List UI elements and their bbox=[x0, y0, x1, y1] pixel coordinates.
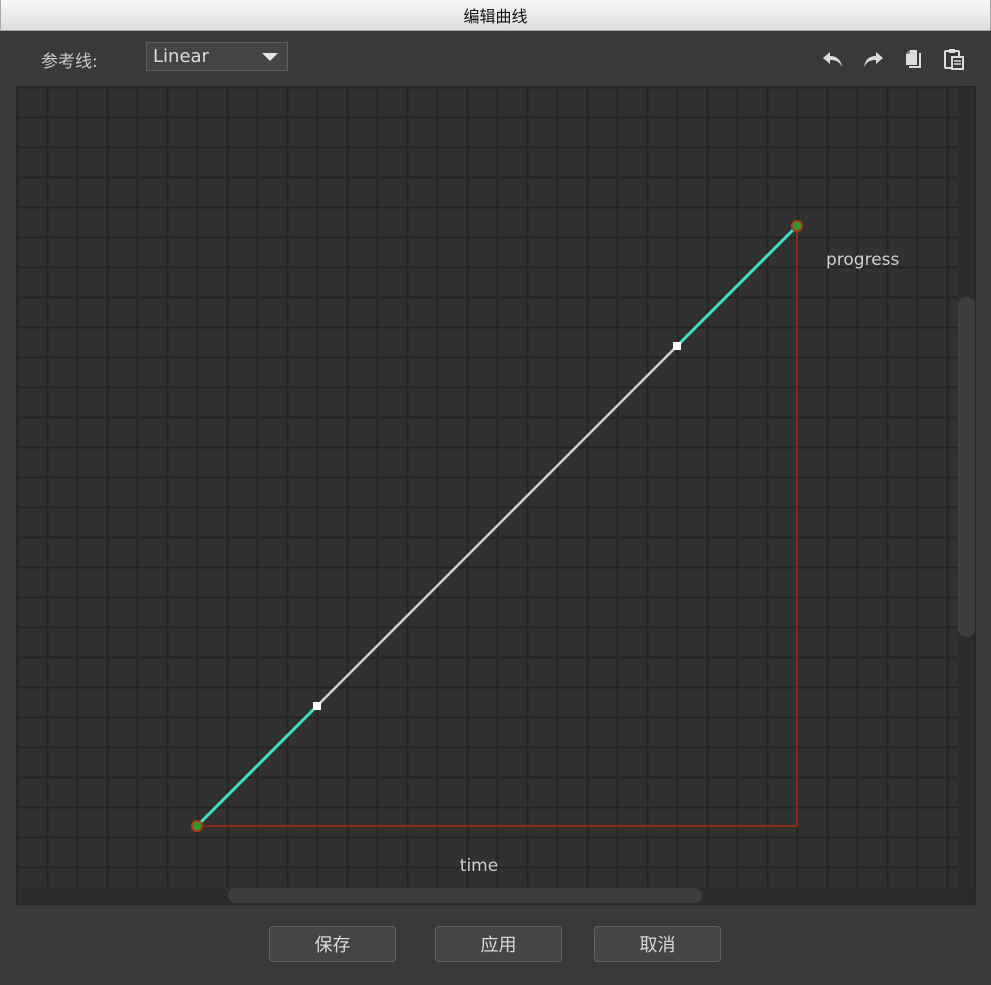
curve-editor[interactable]: time progress bbox=[16, 86, 976, 905]
paste-icon[interactable] bbox=[942, 47, 966, 71]
curve-canvas[interactable]: time progress bbox=[17, 87, 958, 887]
start-point[interactable] bbox=[191, 820, 203, 832]
chevron-down-icon bbox=[262, 53, 278, 61]
scroll-corner bbox=[958, 887, 975, 904]
vertical-scrollbar[interactable] bbox=[958, 87, 975, 887]
reference-line-value: Linear bbox=[153, 46, 209, 67]
undo-icon[interactable] bbox=[821, 47, 845, 71]
title-bar: 编辑曲线 bbox=[0, 0, 991, 31]
progress-axis-label: progress bbox=[826, 250, 900, 270]
end-point[interactable] bbox=[791, 220, 803, 232]
horizontal-scrollbar[interactable] bbox=[17, 887, 958, 904]
vertical-scroll-thumb[interactable] bbox=[958, 297, 975, 637]
grid bbox=[17, 87, 958, 887]
cancel-button[interactable]: 取消 bbox=[594, 926, 721, 962]
control-point-handle-2[interactable] bbox=[673, 342, 681, 350]
copy-icon[interactable] bbox=[901, 47, 925, 71]
save-button[interactable]: 保存 bbox=[269, 926, 396, 962]
time-axis-label: time bbox=[460, 856, 498, 876]
control-point-handle-1[interactable] bbox=[313, 702, 321, 710]
window-title: 编辑曲线 bbox=[463, 7, 528, 26]
horizontal-scroll-thumb[interactable] bbox=[228, 888, 702, 903]
reference-line-select[interactable]: Linear bbox=[146, 42, 288, 71]
apply-button[interactable]: 应用 bbox=[435, 926, 562, 962]
reference-line-label: 参考线: bbox=[41, 52, 98, 72]
redo-icon[interactable] bbox=[861, 47, 885, 71]
